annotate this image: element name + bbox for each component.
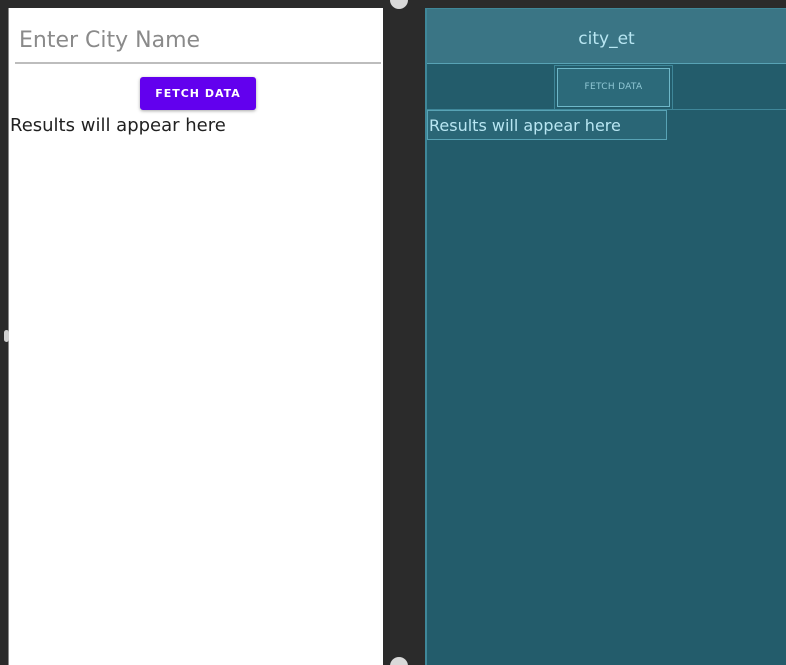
blueprint-fetch-button[interactable]: FETCH DATA xyxy=(554,65,673,110)
gutter-handle-bottom[interactable] xyxy=(390,657,408,665)
results-text: Results will appear here xyxy=(10,115,226,136)
blueprint-city-input[interactable]: city_et xyxy=(427,9,786,64)
gutter-handle-top[interactable] xyxy=(390,0,408,9)
blueprint-fetch-button-label: FETCH DATA xyxy=(584,82,643,92)
layout-editor: FETCH DATA Results will appear here city… xyxy=(0,0,786,665)
design-preview-panel: FETCH DATA Results will appear here xyxy=(8,8,383,665)
blueprint-panel: city_et FETCH DATA Results will appear h… xyxy=(425,8,786,665)
blueprint-results-label: Results will appear here xyxy=(429,116,621,135)
fetch-data-button[interactable]: FETCH DATA xyxy=(140,77,256,110)
city-name-input[interactable] xyxy=(15,18,381,64)
panel-resize-handle[interactable] xyxy=(4,330,9,342)
blueprint-results-text[interactable]: Results will appear here xyxy=(427,110,667,140)
blueprint-city-input-id: city_et xyxy=(578,29,635,49)
